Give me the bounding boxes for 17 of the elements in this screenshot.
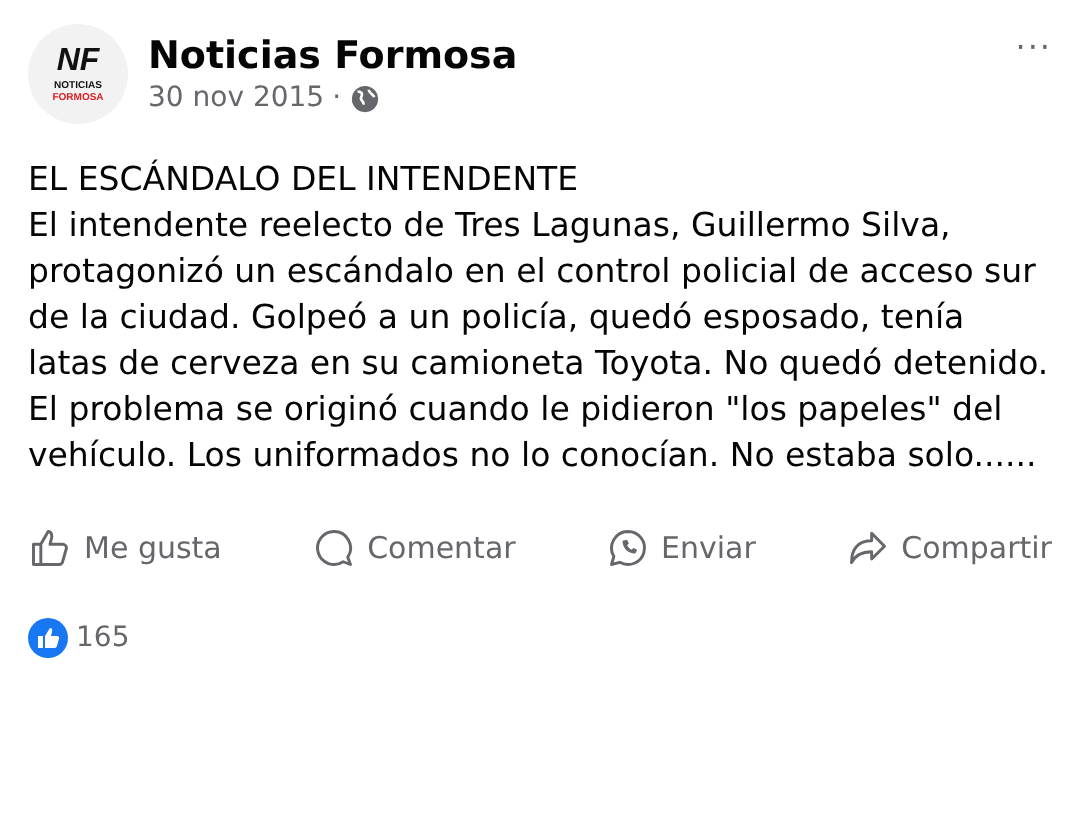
like-reaction-icon xyxy=(28,618,68,658)
reaction-count[interactable]: 165 xyxy=(76,622,130,654)
share-icon xyxy=(845,526,890,570)
more-menu[interactable]: ··· xyxy=(1015,28,1052,66)
post-text: El intendente reelecto de Tres Lagunas, Guillermo Silva, protagonizó un escándalo en el control policial de acceso sur de la ciudad. Golpeó a un policía, quedó esposado, tenía latas de cerveza en su camioneta Toyota. No quedó detenido. El problema se originó cuando le pidieron "los papeles" del vehículo. Los uniformados no lo conocían. No estaba solo...... xyxy=(28,204,1051,478)
comment-icon xyxy=(311,526,356,570)
post-date[interactable]: 30 nov 2015 xyxy=(148,82,325,114)
share-action[interactable]: Compartir xyxy=(845,526,1052,570)
globe-icon xyxy=(349,83,380,113)
thumbs-up-icon xyxy=(28,526,72,570)
page-name[interactable]: Noticias Formosa xyxy=(148,34,518,78)
separator: · xyxy=(332,82,342,114)
post-title: EL ESCÁNDALO DEL INTENDENTE xyxy=(28,157,581,202)
whatsapp-icon xyxy=(605,526,650,570)
comment-action[interactable]: Comentar xyxy=(311,526,516,570)
like-action[interactable]: Me gusta xyxy=(28,526,222,570)
whatsapp-action[interactable]: Enviar xyxy=(605,526,756,570)
